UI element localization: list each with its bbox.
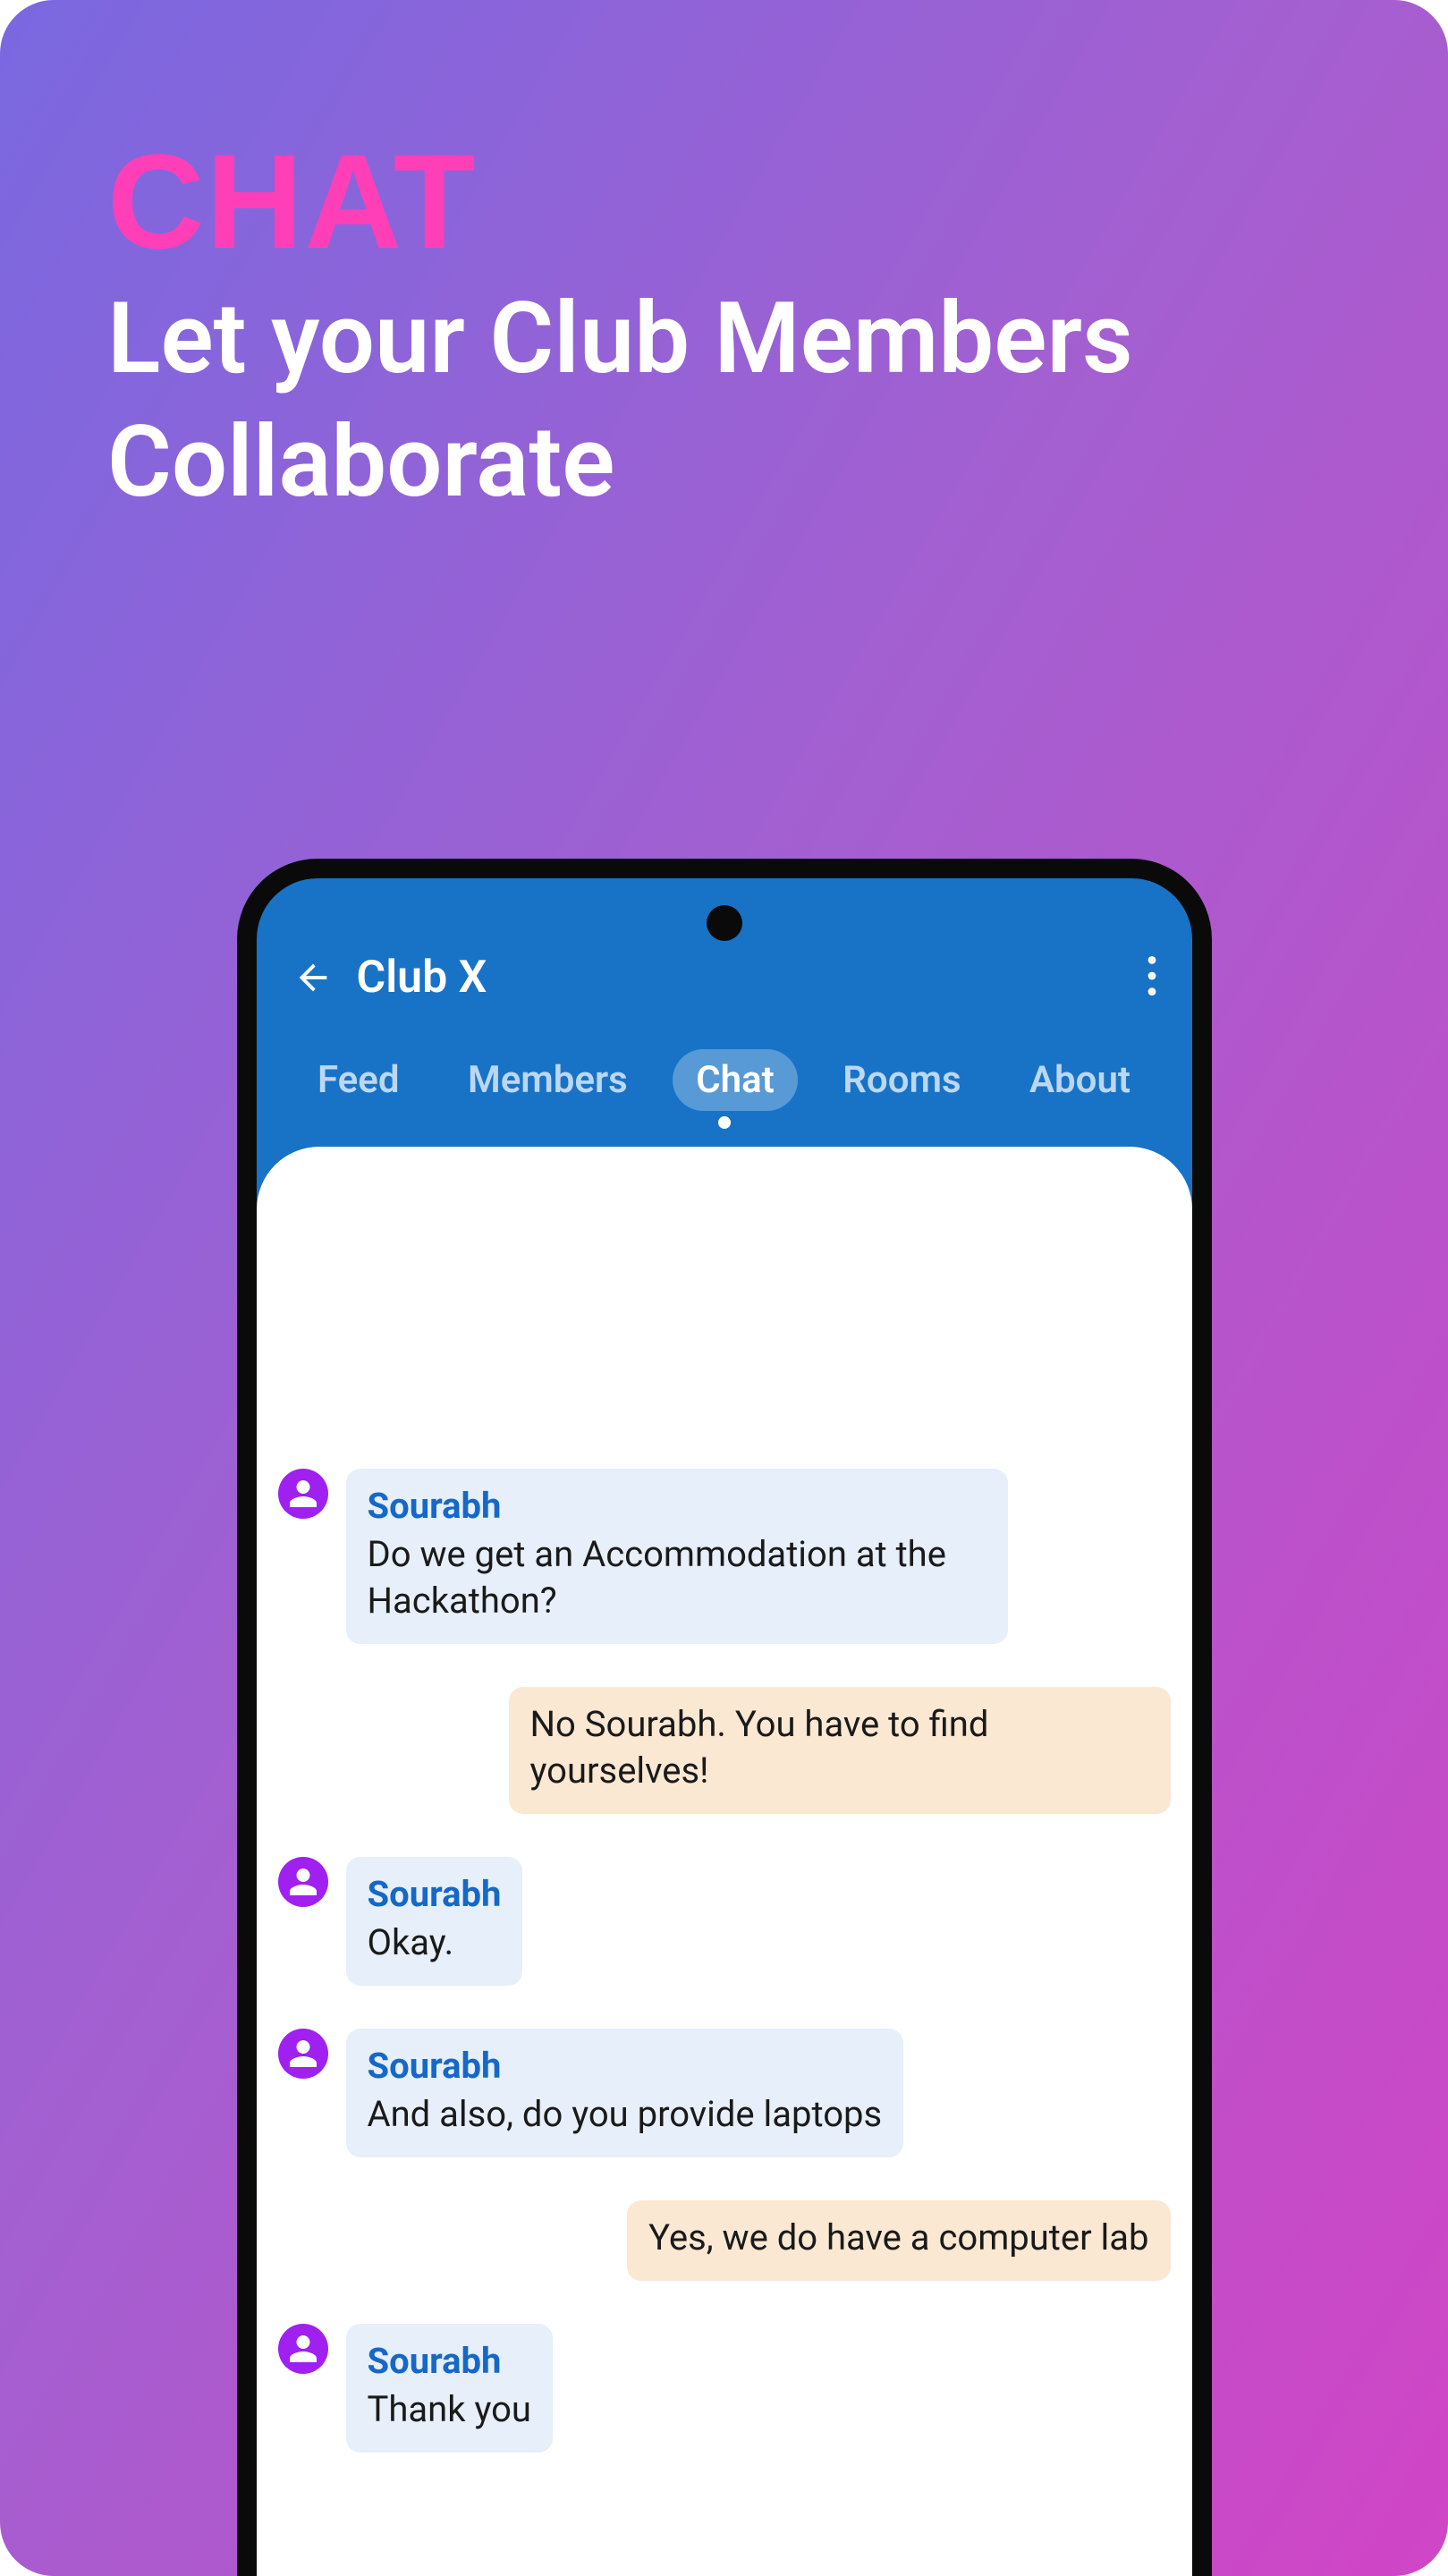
avatar[interactable] (278, 2324, 328, 2374)
tab-rooms[interactable]: Rooms (819, 1049, 984, 1111)
message-bubble[interactable]: Yes, we do have a computer lab (627, 2200, 1170, 2281)
message-bubble[interactable]: No Sourabh. You have to find yourselves! (509, 1687, 1171, 1814)
message-row: No Sourabh. You have to find yourselves! (278, 1687, 1171, 1814)
tab-indicator-dot (718, 1116, 731, 1129)
back-button[interactable] (292, 957, 334, 998)
person-icon (287, 1866, 319, 1898)
message-text: And also, do you provide laptops (368, 2091, 883, 2138)
avatar[interactable] (278, 2029, 328, 2079)
hero-sub-line2: Collaborate (107, 404, 614, 520)
tab-chat[interactable]: Chat (673, 1049, 798, 1111)
tab-about[interactable]: About (1006, 1049, 1154, 1111)
message-row: Sourabh And also, do you provide laptops (278, 2029, 1171, 2157)
message-sender: Sourabh (368, 2338, 531, 2385)
message-text: No Sourabh. You have to find yourselves! (530, 1701, 1149, 1794)
dots-vertical-icon (1147, 956, 1156, 996)
hero-title: CHAT (107, 134, 1341, 268)
app-bar: Club X (257, 878, 1192, 1021)
message-bubble[interactable]: Sourabh Do we get an Accommodation at th… (346, 1469, 1008, 1644)
hero-block: CHAT Let your Club Members Collaborate (107, 134, 1341, 523)
tab-feed[interactable]: Feed (294, 1049, 423, 1111)
message-bubble[interactable]: Sourabh Okay. (346, 1857, 523, 1986)
avatar[interactable] (278, 1857, 328, 1907)
message-bubble[interactable]: Sourabh And also, do you provide laptops (346, 2029, 904, 2157)
message-sender: Sourabh (368, 2043, 883, 2089)
person-icon (287, 2333, 319, 2365)
tab-bar: Feed Members Chat Rooms About (257, 1035, 1192, 1124)
avatar[interactable] (278, 1469, 328, 1519)
hero-subtitle: Let your Club Members Collaborate (107, 277, 1341, 523)
person-icon (287, 1478, 319, 1510)
message-row: Sourabh Okay. (278, 1857, 1171, 1986)
arrow-left-icon (292, 957, 334, 998)
promo-stage: CHAT Let your Club Members Collaborate C… (0, 0, 1448, 2576)
message-row: Yes, we do have a computer lab (278, 2200, 1171, 2281)
message-bubble[interactable]: Sourabh Thank you (346, 2324, 553, 2453)
message-row: Sourabh Do we get an Accommodation at th… (278, 1469, 1171, 1644)
tab-members[interactable]: Members (445, 1049, 651, 1111)
chat-content: Sourabh Do we get an Accommodation at th… (257, 1147, 1192, 2576)
hero-sub-line1: Let your Club Members (107, 281, 1133, 396)
message-text: Thank you (368, 2386, 531, 2433)
page-title: Club X (357, 952, 1147, 1004)
message-text: Do we get an Accommodation at the Hackat… (368, 1531, 987, 1624)
message-list: Sourabh Do we get an Accommodation at th… (278, 1469, 1171, 2453)
message-sender: Sourabh (368, 1483, 987, 1530)
message-sender: Sourabh (368, 1871, 502, 1918)
message-text: Yes, we do have a computer lab (648, 2215, 1148, 2261)
more-menu-button[interactable] (1147, 956, 1156, 999)
message-text: Okay. (368, 1919, 502, 1966)
message-row: Sourabh Thank you (278, 2324, 1171, 2453)
phone-mockup: Club X Feed Members Chat Rooms About (237, 859, 1212, 2576)
person-icon (287, 2038, 319, 2070)
